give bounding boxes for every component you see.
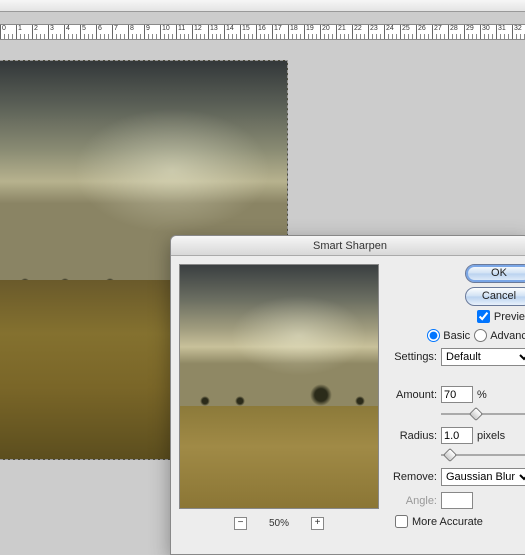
angle-label: Angle: xyxy=(391,495,437,507)
radius-slider[interactable] xyxy=(441,448,525,462)
dialog-title: Smart Sharpen xyxy=(171,236,525,256)
more-accurate-label: More Accurate xyxy=(412,516,483,528)
advanced-radio[interactable] xyxy=(474,329,487,342)
basic-radio[interactable] xyxy=(427,329,440,342)
advanced-radio-label[interactable]: Advance xyxy=(474,329,525,342)
amount-input[interactable] xyxy=(441,386,473,403)
ok-button[interactable]: OK xyxy=(465,264,525,283)
smart-sharpen-dialog: Smart Sharpen − 50% + xyxy=(170,235,525,555)
amount-slider[interactable] xyxy=(441,407,525,421)
settings-label: Settings: xyxy=(391,351,437,363)
radius-unit: pixels xyxy=(477,430,505,442)
basic-radio-label[interactable]: Basic xyxy=(427,329,470,342)
horizontal-ruler: 0123456789101112131415161718192021222324… xyxy=(0,24,525,40)
zoom-out-button[interactable]: − xyxy=(234,517,247,530)
radius-input[interactable] xyxy=(441,427,473,444)
remove-select[interactable]: Gaussian Blur xyxy=(441,468,525,486)
more-accurate-checkbox[interactable] xyxy=(395,515,408,528)
cancel-button[interactable]: Cancel xyxy=(465,287,525,306)
preview-checkbox[interactable] xyxy=(477,310,490,323)
radius-label: Radius: xyxy=(391,430,437,442)
amount-unit: % xyxy=(477,389,487,401)
settings-select[interactable]: Default xyxy=(441,348,525,366)
preview-label: Preview xyxy=(494,311,525,323)
amount-label: Amount: xyxy=(391,389,437,401)
app-toolbar xyxy=(0,0,525,12)
zoom-level: 50% xyxy=(269,518,289,529)
angle-input xyxy=(441,492,473,509)
zoom-in-button[interactable]: + xyxy=(311,517,324,530)
preview-image[interactable] xyxy=(179,264,379,509)
canvas-area: Smart Sharpen − 50% + xyxy=(0,40,525,514)
remove-label: Remove: xyxy=(391,471,437,483)
